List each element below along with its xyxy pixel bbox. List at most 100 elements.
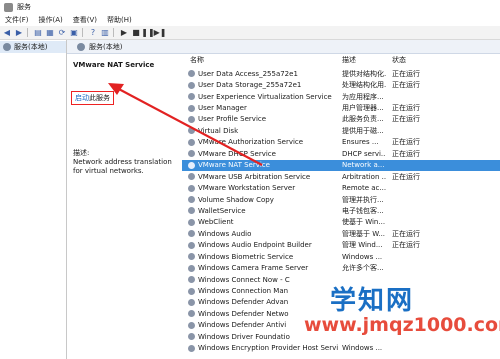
list-header: 名称 描述 状态 [182,54,500,65]
start-link-suffix: 此服务 [89,94,110,102]
service-row[interactable]: VMware NAT Service Network a... [182,159,500,171]
content-header-label: 服务(本地) [89,42,123,51]
gear-icon [188,287,195,295]
service-row[interactable]: User Profile Service 此服务负责... 正在运行 [182,114,500,125]
service-name: VMware Workstation Server [198,184,296,193]
service-status: 正在运行 [392,104,420,113]
show-hide-tree-icon[interactable]: ▤ [33,28,43,38]
gear-icon [188,196,195,204]
service-row[interactable]: Windows Audio Endpoint Builder 管理 Wind...… [182,240,500,251]
gear-icon [188,173,195,181]
service-desc: 电子钱包客... [342,206,384,215]
service-name: WalletService [198,206,246,215]
stop-icon[interactable]: ■ [131,28,141,38]
tree-item-label: 服务(本地) [14,43,48,51]
gear-icon [188,253,195,261]
service-name: User Profile Service [198,115,267,124]
gear-icon [188,207,195,215]
title-bar: 服务 [0,0,500,14]
gear-icon [188,184,195,192]
service-desc: DHCP servi... [342,149,386,158]
service-desc: 处理结构化用... [342,81,386,90]
service-row[interactable]: Volume Shadow Copy 管理并执行... [182,194,500,205]
service-desc: Network a... [342,161,385,170]
gear-icon [188,241,195,249]
gear-icon [188,104,195,112]
gear-icon [188,310,195,318]
service-name: VMware NAT Service [198,161,270,170]
start-icon[interactable]: ▶ [119,28,129,38]
gear-icon [3,43,11,51]
service-status: 正在运行 [392,172,420,181]
window-title: 服务 [17,3,31,11]
gear-icon [188,218,195,226]
service-status: 正在运行 [392,241,420,250]
pause-icon[interactable]: ❚❚ [141,28,154,38]
service-row[interactable]: Windows Camera Frame Server 允许多个客... [182,262,500,273]
service-row[interactable]: WebClient 使基于 Win... [182,217,500,228]
start-service-link[interactable]: 启动此服务 [71,91,114,105]
service-name: VMware DHCP Service [198,149,276,158]
menu-view[interactable]: 查看(V) [68,15,102,25]
service-detail-panel: VMware NAT Service 启动此服务 描述: Network add… [67,54,181,359]
service-row[interactable]: User Experience Virtualization Service 为应… [182,91,500,102]
service-name: Volume Shadow Copy [198,195,274,204]
view-icon[interactable]: ▦ [45,28,55,38]
service-name: Virtual Disk [198,126,239,135]
refresh-icon[interactable]: ⟳ [57,28,67,38]
gear-icon [188,321,195,329]
service-name: User Data Storage_255a72e1 [198,81,302,90]
service-name: User Data Access_255a72e1 [198,69,298,78]
service-row[interactable]: WalletService 电子钱包客... [182,205,500,216]
service-desc: 用户管理器... [342,104,384,113]
gear-icon [188,115,195,123]
gear-icon [188,161,195,169]
service-row[interactable]: User Data Access_255a72e1 提供对结构化... 正在运行 [182,68,500,79]
service-desc: 提供对结构化... [342,69,386,78]
tree-item-services-local[interactable]: 服务(本地) [0,41,66,53]
service-desc: 管理 Wind... [342,241,383,250]
gear-icon [188,344,195,352]
service-row[interactable]: Windows Biometric Service Windows ... [182,251,500,262]
properties-icon[interactable]: ▥ [100,28,110,38]
help-icon[interactable]: ? [88,28,98,38]
content-header: 服务(本地) [67,40,500,54]
service-row[interactable]: VMware Authorization Service Ensures ... 正… [182,137,500,148]
menu-file[interactable]: 文件(F) [0,15,34,25]
service-row[interactable]: Virtual Disk 提供用于磁... [182,125,500,136]
service-row[interactable]: Windows Audio 管理基于 W... 正在运行 [182,228,500,239]
service-name: VMware USB Arbitration Service [198,172,311,181]
service-row[interactable]: VMware DHCP Service DHCP servi... 正在运行 [182,148,500,159]
back-icon[interactable]: ◀ [2,28,12,38]
service-name: Windows Audio [198,229,252,238]
service-row[interactable]: VMware USB Arbitration Service Arbitratio… [182,171,500,182]
service-row[interactable]: User Manager 用户管理器... 正在运行 [182,102,500,113]
service-desc: 为应用程序... [342,92,384,101]
service-row[interactable]: VMware Workstation Server Remote ac... [182,182,500,193]
toolbar-separator [27,28,28,37]
menu-action[interactable]: 操作(A) [34,15,68,25]
service-title: VMware NAT Service [73,61,155,69]
service-status: 正在运行 [392,149,420,158]
restart-icon[interactable]: ▶❚ [154,28,167,38]
start-link-prefix: 启动 [75,94,89,102]
toolbar: ◀ ▶ ▤ ▦ ⟳ ▣ ? ▥ ▶ ■ ❚❚ ▶❚ [0,26,500,40]
service-desc: Ensures ... [342,138,379,147]
service-desc: Remote ac... [342,184,386,193]
export-icon[interactable]: ▣ [69,28,79,38]
service-row[interactable]: User Data Storage_255a72e1 处理结构化用... 正在运行 [182,79,500,90]
gear-icon [188,138,195,146]
watermark-url: www.jmqz1000.com [304,314,500,336]
service-status: 正在运行 [392,115,420,124]
description-label: 描述: [73,149,90,157]
forward-icon[interactable]: ▶ [14,28,24,38]
watermark: 学知网 www.jmqz1000.com [300,280,500,359]
service-name: Windows Biometric Service [198,252,294,261]
service-desc: 管理基于 W... [342,229,386,238]
menu-help[interactable]: 帮助(H) [102,15,137,25]
toolbar-separator [113,28,114,37]
column-header-status[interactable]: 状态 [392,55,406,65]
service-desc: 允许多个客... [342,264,384,273]
column-header-description[interactable]: 描述 [342,55,356,65]
column-header-name[interactable]: 名称 [190,55,204,65]
